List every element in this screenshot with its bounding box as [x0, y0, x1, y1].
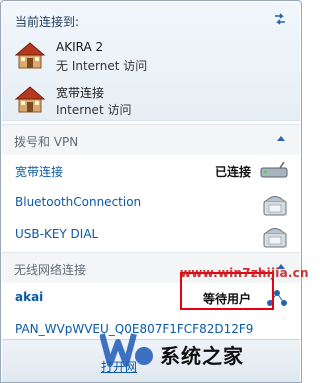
home-network-icon: [14, 86, 46, 113]
current-connections-header: 当前连接到:: [15, 15, 80, 29]
watermark-url: www.win7zhijia.cn: [180, 266, 309, 280]
connected-status: 已连接: [214, 165, 251, 179]
home-network-icon: [14, 42, 46, 69]
chevron-up-icon[interactable]: [276, 134, 286, 142]
section-dialup-vpn[interactable]: 拨号和 VPN: [2, 124, 300, 155]
section-title: 无线网络连接: [14, 263, 87, 277]
dialup-item-broadband[interactable]: 宽带连接 已连接: [2, 156, 300, 186]
dialup-item-label: 宽带连接: [15, 165, 64, 179]
watermark-brand: 系统之家: [160, 344, 244, 368]
dialup-item-label: BluetoothConnection: [15, 195, 142, 209]
connection-status: Internet 访问: [56, 103, 132, 117]
modem-icon: [260, 161, 288, 178]
phone-icon: [263, 196, 287, 216]
refresh-icon[interactable]: [272, 12, 288, 26]
section-title: 拨号和 VPN: [14, 135, 79, 149]
dialup-item-bluetooth[interactable]: BluetoothConnection: [2, 188, 300, 218]
current-connections-area: 当前连接到: AKIRA 2 无 Internet 访问 宽带连接 Intern…: [2, 2, 300, 121]
phone-icon: [263, 228, 287, 248]
dialup-item-usb-key[interactable]: USB-KEY DIAL: [2, 220, 300, 250]
dialup-item-label: USB-KEY DIAL: [15, 227, 99, 241]
watermark-logo: 系统之家: [100, 324, 300, 380]
connection-name: 宽带连接: [56, 86, 105, 100]
logo-icon: [100, 333, 153, 367]
connection-name: AKIRA 2: [56, 40, 104, 54]
wireless-item-label: akai: [15, 290, 44, 304]
connection-status: 无 Internet 访问: [56, 59, 148, 73]
